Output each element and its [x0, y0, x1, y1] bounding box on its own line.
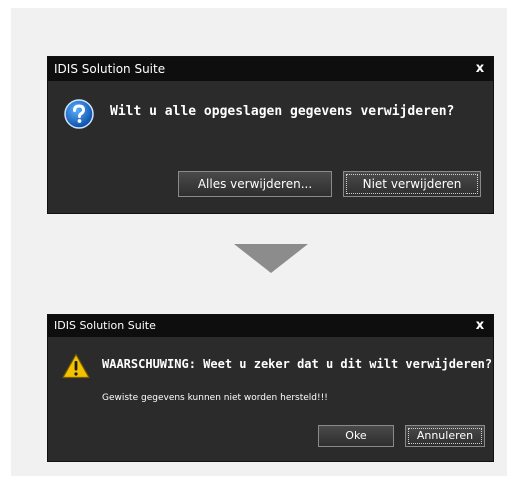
instruction-panel: IDIS Solution Suite x Wilt u alle opgesl…: [11, 8, 507, 476]
warning-message: WAARSCHUWING: Weet u zeker dat u dit wil…: [102, 357, 493, 371]
question-icon: [64, 99, 94, 129]
dialog-message: Wilt u alle opgeslagen gegevens verwijde…: [110, 104, 455, 119]
close-button[interactable]: x: [473, 315, 487, 337]
warning-icon: [62, 353, 90, 379]
warning-submessage: Gewiste gegevens kunnen niet worden hers…: [102, 393, 328, 403]
cancel-button[interactable]: Annuleren: [405, 425, 485, 447]
dialog-titlebar: IDIS Solution Suite: [48, 315, 493, 337]
close-button[interactable]: x: [473, 57, 487, 81]
down-arrow-icon: [234, 244, 308, 273]
confirm-delete-dialog: IDIS Solution Suite x Wilt u alle opgesl…: [47, 56, 494, 214]
warning-dialog: IDIS Solution Suite x WAARSCHUWING: Weet…: [47, 314, 494, 462]
delete-all-button[interactable]: Alles verwijderen...: [178, 171, 332, 197]
ok-button[interactable]: Oke: [318, 425, 394, 447]
do-not-delete-button[interactable]: Niet verwijderen: [343, 171, 481, 197]
dialog-titlebar: IDIS Solution Suite: [48, 57, 493, 81]
dialog-title: IDIS Solution Suite: [54, 62, 166, 76]
dialog-title: IDIS Solution Suite: [54, 319, 156, 332]
